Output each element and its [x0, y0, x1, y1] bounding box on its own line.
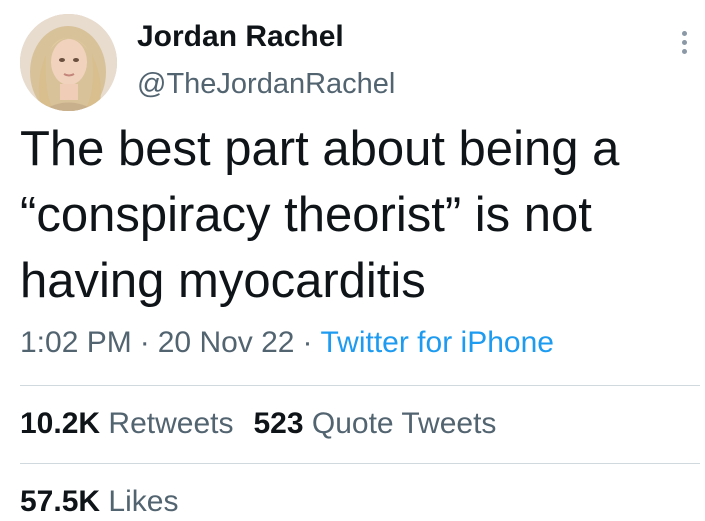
likes-stats: 57.5K Likes — [20, 483, 178, 521]
tweet-source-link[interactable]: Twitter for iPhone — [321, 326, 554, 359]
separator: · — [139, 326, 150, 359]
author-name[interactable]: Jordan Rachel — [137, 18, 344, 56]
tweet-detail: Jordan Rachel @TheJordanRachel The best … — [0, 0, 705, 518]
quote-tweets-count: 523 — [253, 407, 304, 440]
likes-label: Likes — [108, 485, 179, 518]
quote-tweets-label: Quote Tweets — [311, 407, 497, 440]
likes-count: 57.5K — [20, 485, 101, 518]
separator: · — [302, 326, 313, 359]
tweet-text: The best part about being a “conspiracy … — [20, 122, 620, 308]
ellipsis-vertical-icon[interactable] — [670, 28, 698, 58]
avatar[interactable] — [20, 14, 117, 111]
quote-tweets-stat[interactable]: 523 Quote Tweets — [253, 407, 496, 440]
retweets-label: Retweets — [108, 407, 234, 440]
divider — [20, 385, 700, 386]
engagement-stats: 10.2K Retweets 523 Quote Tweets — [20, 405, 496, 443]
tweet-metadata: 1:02 PM · 20 Nov 22 · Twitter for iPhone — [20, 324, 554, 362]
tweet-time[interactable]: 1:02 PM — [20, 326, 132, 359]
retweets-count: 10.2K — [20, 407, 101, 440]
retweets-stat[interactable]: 10.2K Retweets — [20, 407, 233, 440]
likes-stat[interactable]: 57.5K Likes — [20, 485, 178, 518]
tweet-date[interactable]: 20 Nov 22 — [158, 326, 295, 359]
author-handle[interactable]: @TheJordanRachel — [137, 66, 395, 102]
profile-photo-icon — [20, 14, 117, 111]
divider — [20, 463, 700, 464]
